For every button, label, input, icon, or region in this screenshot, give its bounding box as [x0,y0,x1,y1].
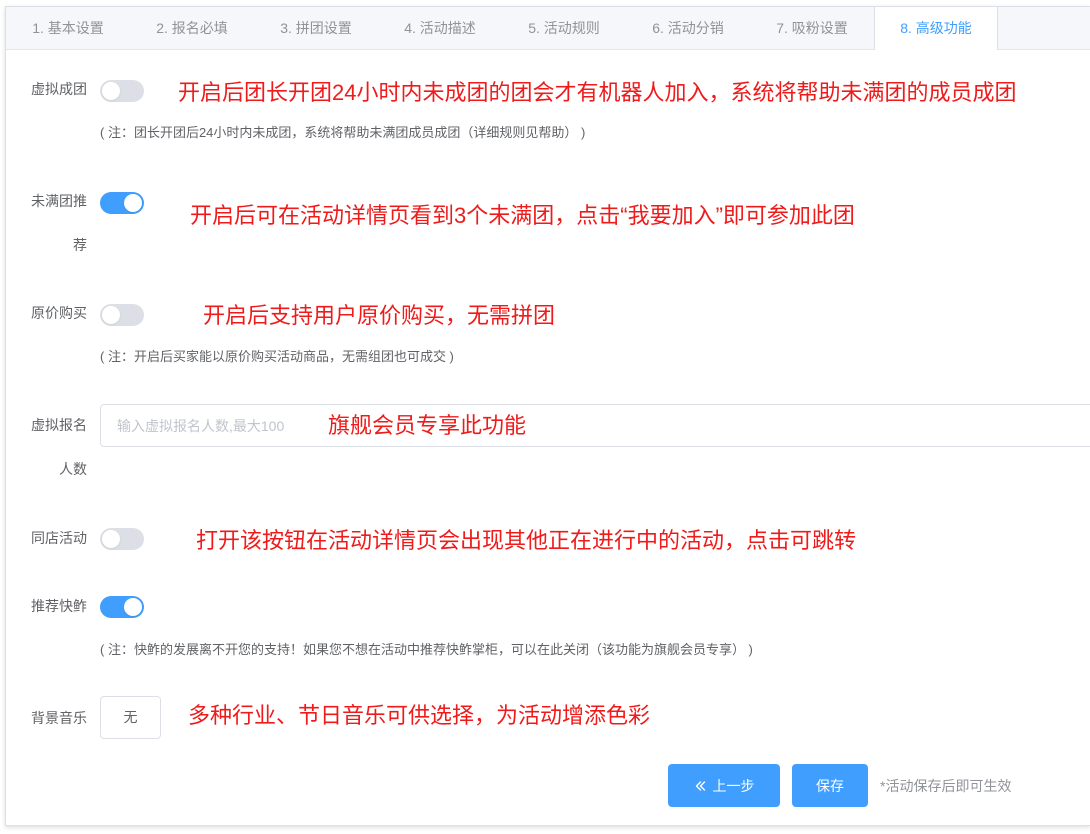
unfilled-group-recommend-label: 未满团推荐 [31,193,87,253]
same-store-annotation: 打开该按钮在活动详情页会出现其他正在进行中的活动，点击可跳转 [196,528,857,553]
switch-knob [102,82,120,100]
recommend-kuaizha-note: ( 注：快鲊的发展离不开您的支持！如果您不想在活动中推荐快鲊掌柜，可以在此关闭（… [100,642,753,657]
tab-activity-rules[interactable]: 5. 活动规则 [502,7,626,49]
same-store-label: 同店活动 [31,530,87,546]
save-label: 保存 [816,777,844,794]
virtual-group-label: 虚拟成团 [31,81,87,97]
tab-activity-distribution[interactable]: 6. 活动分销 [626,7,750,49]
tab-fan-settings[interactable]: 7. 吸粉设置 [750,7,874,49]
tab-group-settings[interactable]: 3. 拼团设置 [254,7,378,49]
background-music-label: 背景音乐 [31,710,87,726]
virtual-group-switch[interactable] [100,80,144,102]
original-price-note: ( 注：开启后买家能以原价购买活动商品，无需组团也可成交 ) [100,349,454,364]
save-button[interactable]: 保存 [792,764,868,807]
tab-signup-required[interactable]: 2. 报名必填 [130,7,254,49]
background-music-annotation: 多种行业、节日音乐可供选择，为活动增添色彩 [188,703,651,728]
virtual-group-annotation: 开启后团长开团24小时内未成团的团会才有机器人加入，系统将帮助未满团的成员成团 [178,80,1017,105]
switch-knob [102,306,120,324]
previous-step-label: 上一步 [712,777,755,794]
save-hint: *活动保存后即可生效 [880,778,1012,794]
step-tabs: 1. 基本设置 2. 报名必填 3. 拼团设置 4. 活动描述 5. 活动规则 … [6,7,1090,50]
tab-advanced-features[interactable]: 8. 高级功能 [874,7,998,50]
unfilled-group-recommend-switch[interactable] [100,192,144,214]
recommend-kuaizha-switch[interactable] [100,596,144,618]
switch-knob [124,598,142,616]
virtual-signup-label: 虚拟报名人数 [31,417,87,477]
original-price-annotation: 开启后支持用户原价购买，无需拼团 [203,303,556,328]
switch-knob [124,194,142,212]
virtual-group-note: ( 注：团长开团后24小时内未成团，系统将帮助未满团成员成团（详细规则见帮助） … [100,125,586,140]
original-price-switch[interactable] [100,304,144,326]
tab-activity-description[interactable]: 4. 活动描述 [378,7,502,49]
unfilled-group-recommend-annotation: 开启后可在活动详情页看到3个未满团，点击“我要加入”即可参加此团 [190,203,855,228]
switch-knob [102,530,120,548]
recommend-kuaizha-label: 推荐快鲊 [31,598,87,614]
previous-step-button[interactable]: 上一步 [668,764,780,807]
tab-basic-settings[interactable]: 1. 基本设置 [6,7,130,49]
advanced-settings-panel: 1. 基本设置 2. 报名必填 3. 拼团设置 4. 活动描述 5. 活动规则 … [5,6,1090,826]
virtual-signup-annotation: 旗舰会员专享此功能 [328,413,527,438]
background-music-select[interactable]: 无 [100,696,161,739]
virtual-signup-input[interactable] [100,404,1090,447]
same-store-switch[interactable] [100,528,144,550]
original-price-label: 原价购买 [31,305,87,321]
double-chevron-left-icon [695,780,705,791]
